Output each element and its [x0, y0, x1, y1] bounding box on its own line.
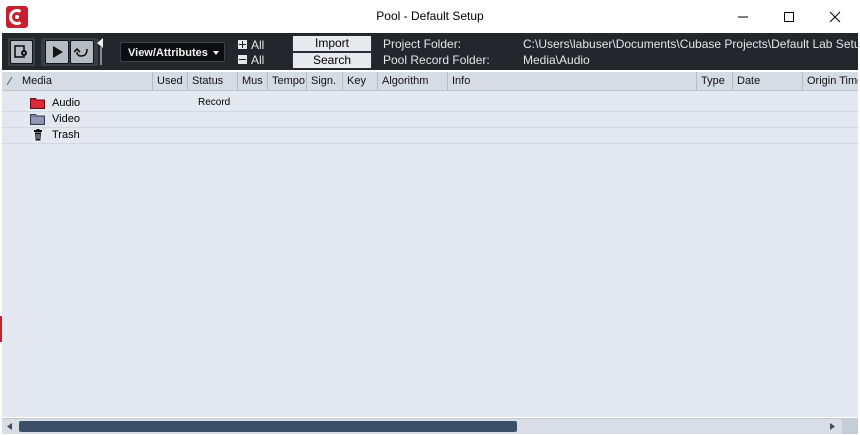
title-bar: Pool - Default Setup: [0, 0, 860, 33]
scroll-right-button[interactable]: [825, 419, 840, 434]
trash-icon: [34, 129, 42, 141]
horizontal-scrollbar[interactable]: [2, 418, 858, 434]
view-attributes-dropdown[interactable]: View/Attributes: [120, 42, 225, 62]
arrow-right-icon: [830, 423, 835, 430]
list-item[interactable]: Trash: [2, 127, 858, 144]
column-info[interactable]: Info: [448, 72, 697, 90]
folder-label: Trash: [52, 129, 80, 141]
expand-all-label: All: [251, 38, 265, 52]
column-algorithm[interactable]: Algorithm: [378, 72, 448, 90]
maximize-button[interactable]: [766, 0, 812, 33]
close-button[interactable]: [812, 0, 858, 33]
column-media[interactable]: Media: [2, 72, 153, 90]
plus-icon: [238, 40, 247, 49]
list-item[interactable]: Audio Record: [2, 95, 858, 112]
project-folder-label: Project Folder:: [383, 37, 462, 51]
scrollbar-thumb[interactable]: [19, 421, 517, 432]
column-used[interactable]: Used: [153, 72, 188, 90]
minimize-button[interactable]: [720, 0, 766, 33]
play-button[interactable]: [45, 40, 69, 64]
column-type[interactable]: Type: [697, 72, 733, 90]
view-attributes-label: View/Attributes: [128, 47, 208, 59]
search-button[interactable]: Search: [292, 52, 372, 69]
pool-record-folder-label: Pool Record Folder:: [383, 53, 490, 67]
minimize-icon: [738, 16, 748, 18]
folder-label: Video: [52, 113, 80, 125]
column-origin-time[interactable]: Origin Time: [803, 72, 858, 90]
column-header-row: Media Used Status Mus Tempo Sign. Key Al…: [2, 72, 858, 91]
import-button[interactable]: Import: [292, 35, 372, 52]
pool-toolbar: View/Attributes All All Import Search Pr…: [2, 33, 860, 70]
arrow-left-icon: [7, 423, 12, 430]
loop-icon: [74, 47, 88, 57]
chevron-down-icon: [213, 51, 219, 55]
maximize-icon: [784, 12, 794, 22]
inspector-icon: [14, 45, 27, 58]
column-status[interactable]: Status: [188, 72, 238, 90]
column-musical-mode[interactable]: Mus: [238, 72, 268, 90]
scrollbar-corner: [842, 419, 858, 434]
loop-button[interactable]: [70, 40, 94, 64]
sort-icon: [6, 76, 13, 86]
minus-icon: [238, 55, 247, 64]
scroll-left-button[interactable]: [2, 419, 17, 434]
column-tempo[interactable]: Tempo: [268, 72, 307, 90]
pin-icon[interactable]: [96, 37, 106, 67]
edge-marker: [0, 316, 2, 342]
collapse-all-label: All: [251, 53, 265, 67]
column-date[interactable]: Date: [733, 72, 803, 90]
list-item[interactable]: Video: [2, 111, 858, 128]
column-signature[interactable]: Sign.: [307, 72, 343, 90]
inspector-group: [8, 38, 35, 66]
audio-folder-icon: [30, 98, 45, 109]
video-folder-icon: [30, 114, 45, 125]
project-folder-path: C:\Users\labuser\Documents\Cubase Projec…: [523, 37, 860, 51]
pool-record-folder-path[interactable]: Media\Audio: [523, 53, 590, 67]
inspector-button[interactable]: [10, 40, 33, 64]
record-status: Record: [198, 97, 231, 108]
play-icon: [53, 46, 63, 58]
close-icon: [829, 11, 841, 23]
folder-label: Audio: [52, 97, 81, 109]
pool-list[interactable]: Audio Record Video Trash: [2, 91, 858, 417]
preview-group: [41, 38, 98, 66]
column-key[interactable]: Key: [343, 72, 378, 90]
